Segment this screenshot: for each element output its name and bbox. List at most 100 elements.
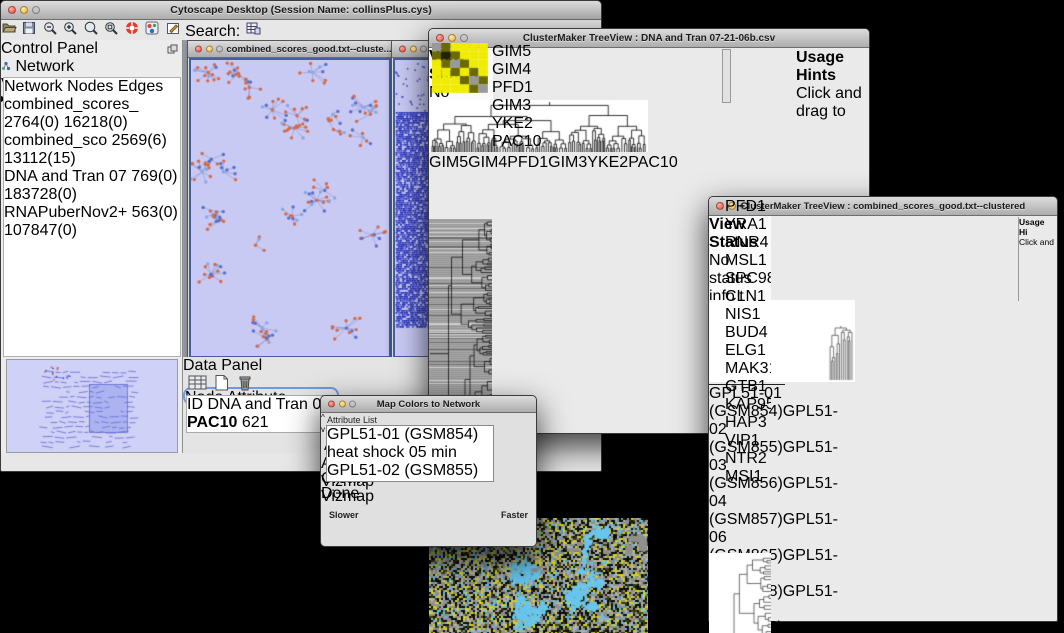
column-header-edges[interactable]: Edges — [118, 78, 163, 95]
new-document-icon[interactable] — [213, 374, 231, 397]
gene-label[interactable]: PFD1 — [492, 79, 542, 97]
zoom-window-icon[interactable] — [349, 401, 356, 408]
usage-hscrollbar[interactable] — [429, 208, 473, 219]
vizmapper-icon[interactable] — [144, 23, 160, 40]
data-panel-title: Data Panel — [183, 357, 262, 374]
zoom-window-icon[interactable] — [460, 34, 468, 42]
gene-label[interactable]: NIS1 — [725, 306, 771, 324]
zoom-out-icon[interactable] — [42, 23, 58, 40]
attribute-table-icon[interactable] — [245, 23, 261, 40]
gene-label[interactable]: NTR2 — [725, 450, 771, 468]
gene-label[interactable]: MSI1 — [725, 468, 771, 484]
gene-label[interactable]: HAP3 — [725, 414, 771, 432]
float-panel-icon[interactable] — [167, 42, 178, 60]
gene-label[interactable]: BUD4 — [725, 324, 771, 342]
attribute-item[interactable]: GPL51-02 (GSM855) heat shock 10 min — [327, 462, 479, 482]
minimize-icon[interactable] — [206, 46, 213, 53]
gene-label[interactable]: YRA1 — [725, 216, 771, 234]
close-icon[interactable] — [436, 34, 444, 42]
close-icon[interactable] — [399, 46, 406, 53]
zoom-selected-icon[interactable] — [103, 23, 119, 40]
gene-label[interactable]: GIM3 — [548, 154, 587, 171]
network-rows: combined_scores_ 2764(0) 16218(0) combin… — [4, 96, 180, 240]
minimize-icon[interactable] — [20, 6, 28, 14]
gene-label[interactable]: YKE2 — [587, 154, 628, 171]
minimize-icon[interactable] — [410, 46, 417, 53]
gene-label[interactable]: GIM3 — [492, 97, 542, 115]
main-title-bar[interactable]: Cytoscape Desktop (Session Name: collins… — [1, 1, 601, 20]
gene-label[interactable]: PAC10 — [492, 133, 542, 151]
desktop: Cytoscape Desktop (Session Name: collins… — [0, 0, 1064, 633]
done-button[interactable]: Done — [321, 485, 357, 500]
scrollbar-thumb[interactable] — [1022, 288, 1042, 297]
gene-label[interactable]: SPC98 — [725, 270, 771, 288]
dialog-title-bar[interactable]: Map Colors to Network — [321, 396, 536, 413]
attribute-item[interactable]: GPL51-01 (GSM854) heat shock 05 min — [327, 426, 479, 462]
network-list-row[interactable]: combined_scores_ 2764(0) 16218(0) — [4, 96, 180, 132]
gene-label[interactable]: GIM5 — [492, 43, 542, 61]
faster-label: Faster — [501, 510, 528, 520]
gene-label[interactable]: MSL1 — [725, 252, 771, 270]
column-header-nodes[interactable]: Nodes — [67, 78, 113, 95]
window-controls — [328, 401, 356, 408]
gene-label[interactable]: GIM4 — [468, 154, 507, 171]
network-view-title-bar[interactable]: combined_scores_good.txt--cluste... — [188, 41, 392, 58]
gene-label[interactable]: MAK31 — [725, 360, 771, 378]
gene-label[interactable]: PAC10 — [628, 154, 678, 171]
gene-label[interactable]: PFD1 — [507, 154, 548, 171]
gene-label[interactable]: YKE2 — [492, 115, 542, 133]
network-icon — [1, 61, 11, 71]
correlation-matrix[interactable] — [432, 43, 488, 93]
network-list-row[interactable]: RNAPuberNov2+ 563(0) 107847(0) — [4, 204, 180, 240]
usage-hints-text: Click and — [1019, 237, 1054, 247]
column-header-network[interactable]: Network — [4, 78, 63, 95]
minimize-icon[interactable] — [448, 34, 456, 42]
attribute-listbox[interactable]: GPL51-01 (GSM854) heat shock 05 minGPL51… — [326, 425, 494, 482]
zoom-window-icon[interactable] — [420, 46, 427, 53]
close-icon[interactable] — [328, 401, 335, 408]
network-view-window: combined_scores_good.txt--cluste... — [187, 40, 393, 359]
treeview2-title: ClusterMaker TreeView : combined_scores_… — [741, 201, 1025, 212]
zoom-fit-icon[interactable] — [83, 23, 99, 40]
gene-label[interactable]: RNR4 — [725, 234, 771, 252]
tab-network[interactable]: Network — [1, 58, 87, 76]
window-controls — [195, 46, 223, 53]
search-label: Search: — [185, 23, 240, 40]
usage-hints-panel: Usage Hints Click and drag to — [796, 49, 866, 89]
help-icon[interactable] — [124, 23, 140, 40]
annotation-icon[interactable] — [165, 23, 181, 40]
row-dendrogram[interactable] — [709, 553, 771, 633]
mini-scroll-strip[interactable] — [722, 49, 731, 103]
gene-label[interactable]: ELG1 — [725, 342, 771, 360]
network-list-row[interactable]: DNA and Tran 07 769(0) 183728(0) — [4, 168, 180, 204]
zoom-window-icon[interactable] — [32, 6, 40, 14]
open-icon[interactable] — [1, 23, 17, 40]
close-icon[interactable] — [195, 46, 202, 53]
network-canvas[interactable] — [189, 58, 391, 358]
network-overview-thumbnail[interactable] — [6, 359, 178, 453]
trash-icon[interactable] — [236, 374, 254, 397]
control-panel-header: Control Panel — [1, 40, 182, 58]
treeview1-title: ClusterMaker TreeView : DNA and Tran 07-… — [523, 33, 775, 44]
table-grid-icon[interactable] — [188, 374, 208, 397]
row-dendrogram-panel — [709, 553, 773, 633]
gene-label[interactable]: GIM4 — [492, 61, 542, 79]
gene-label[interactable]: CLN1 — [725, 288, 771, 306]
gene-label[interactable]: GIM5 — [429, 154, 468, 171]
minimize-icon[interactable] — [339, 401, 346, 408]
gene-label[interactable]: KAP95 — [725, 396, 771, 414]
zoom-window-icon[interactable] — [216, 46, 223, 53]
close-icon[interactable] — [8, 6, 16, 14]
usage-hints-text: Click and drag to — [796, 85, 862, 120]
zoom-in-icon[interactable] — [62, 23, 78, 40]
save-icon[interactable] — [21, 23, 37, 40]
gene-label[interactable]: PFD1 — [725, 198, 771, 216]
network-list-row[interactable]: combined_sco 2569(6) 13112(15) — [4, 132, 180, 168]
gene-label[interactable]: VIP1 — [725, 432, 771, 450]
selection-strip — [431, 49, 434, 403]
gene-label[interactable]: GTB1 — [725, 378, 771, 396]
usage-hints-title: Usage Hi — [1019, 217, 1045, 237]
close-icon[interactable] — [716, 202, 724, 210]
column-header-id[interactable]: ID — [187, 396, 203, 413]
usage-hints-title: Usage Hints — [796, 49, 844, 84]
